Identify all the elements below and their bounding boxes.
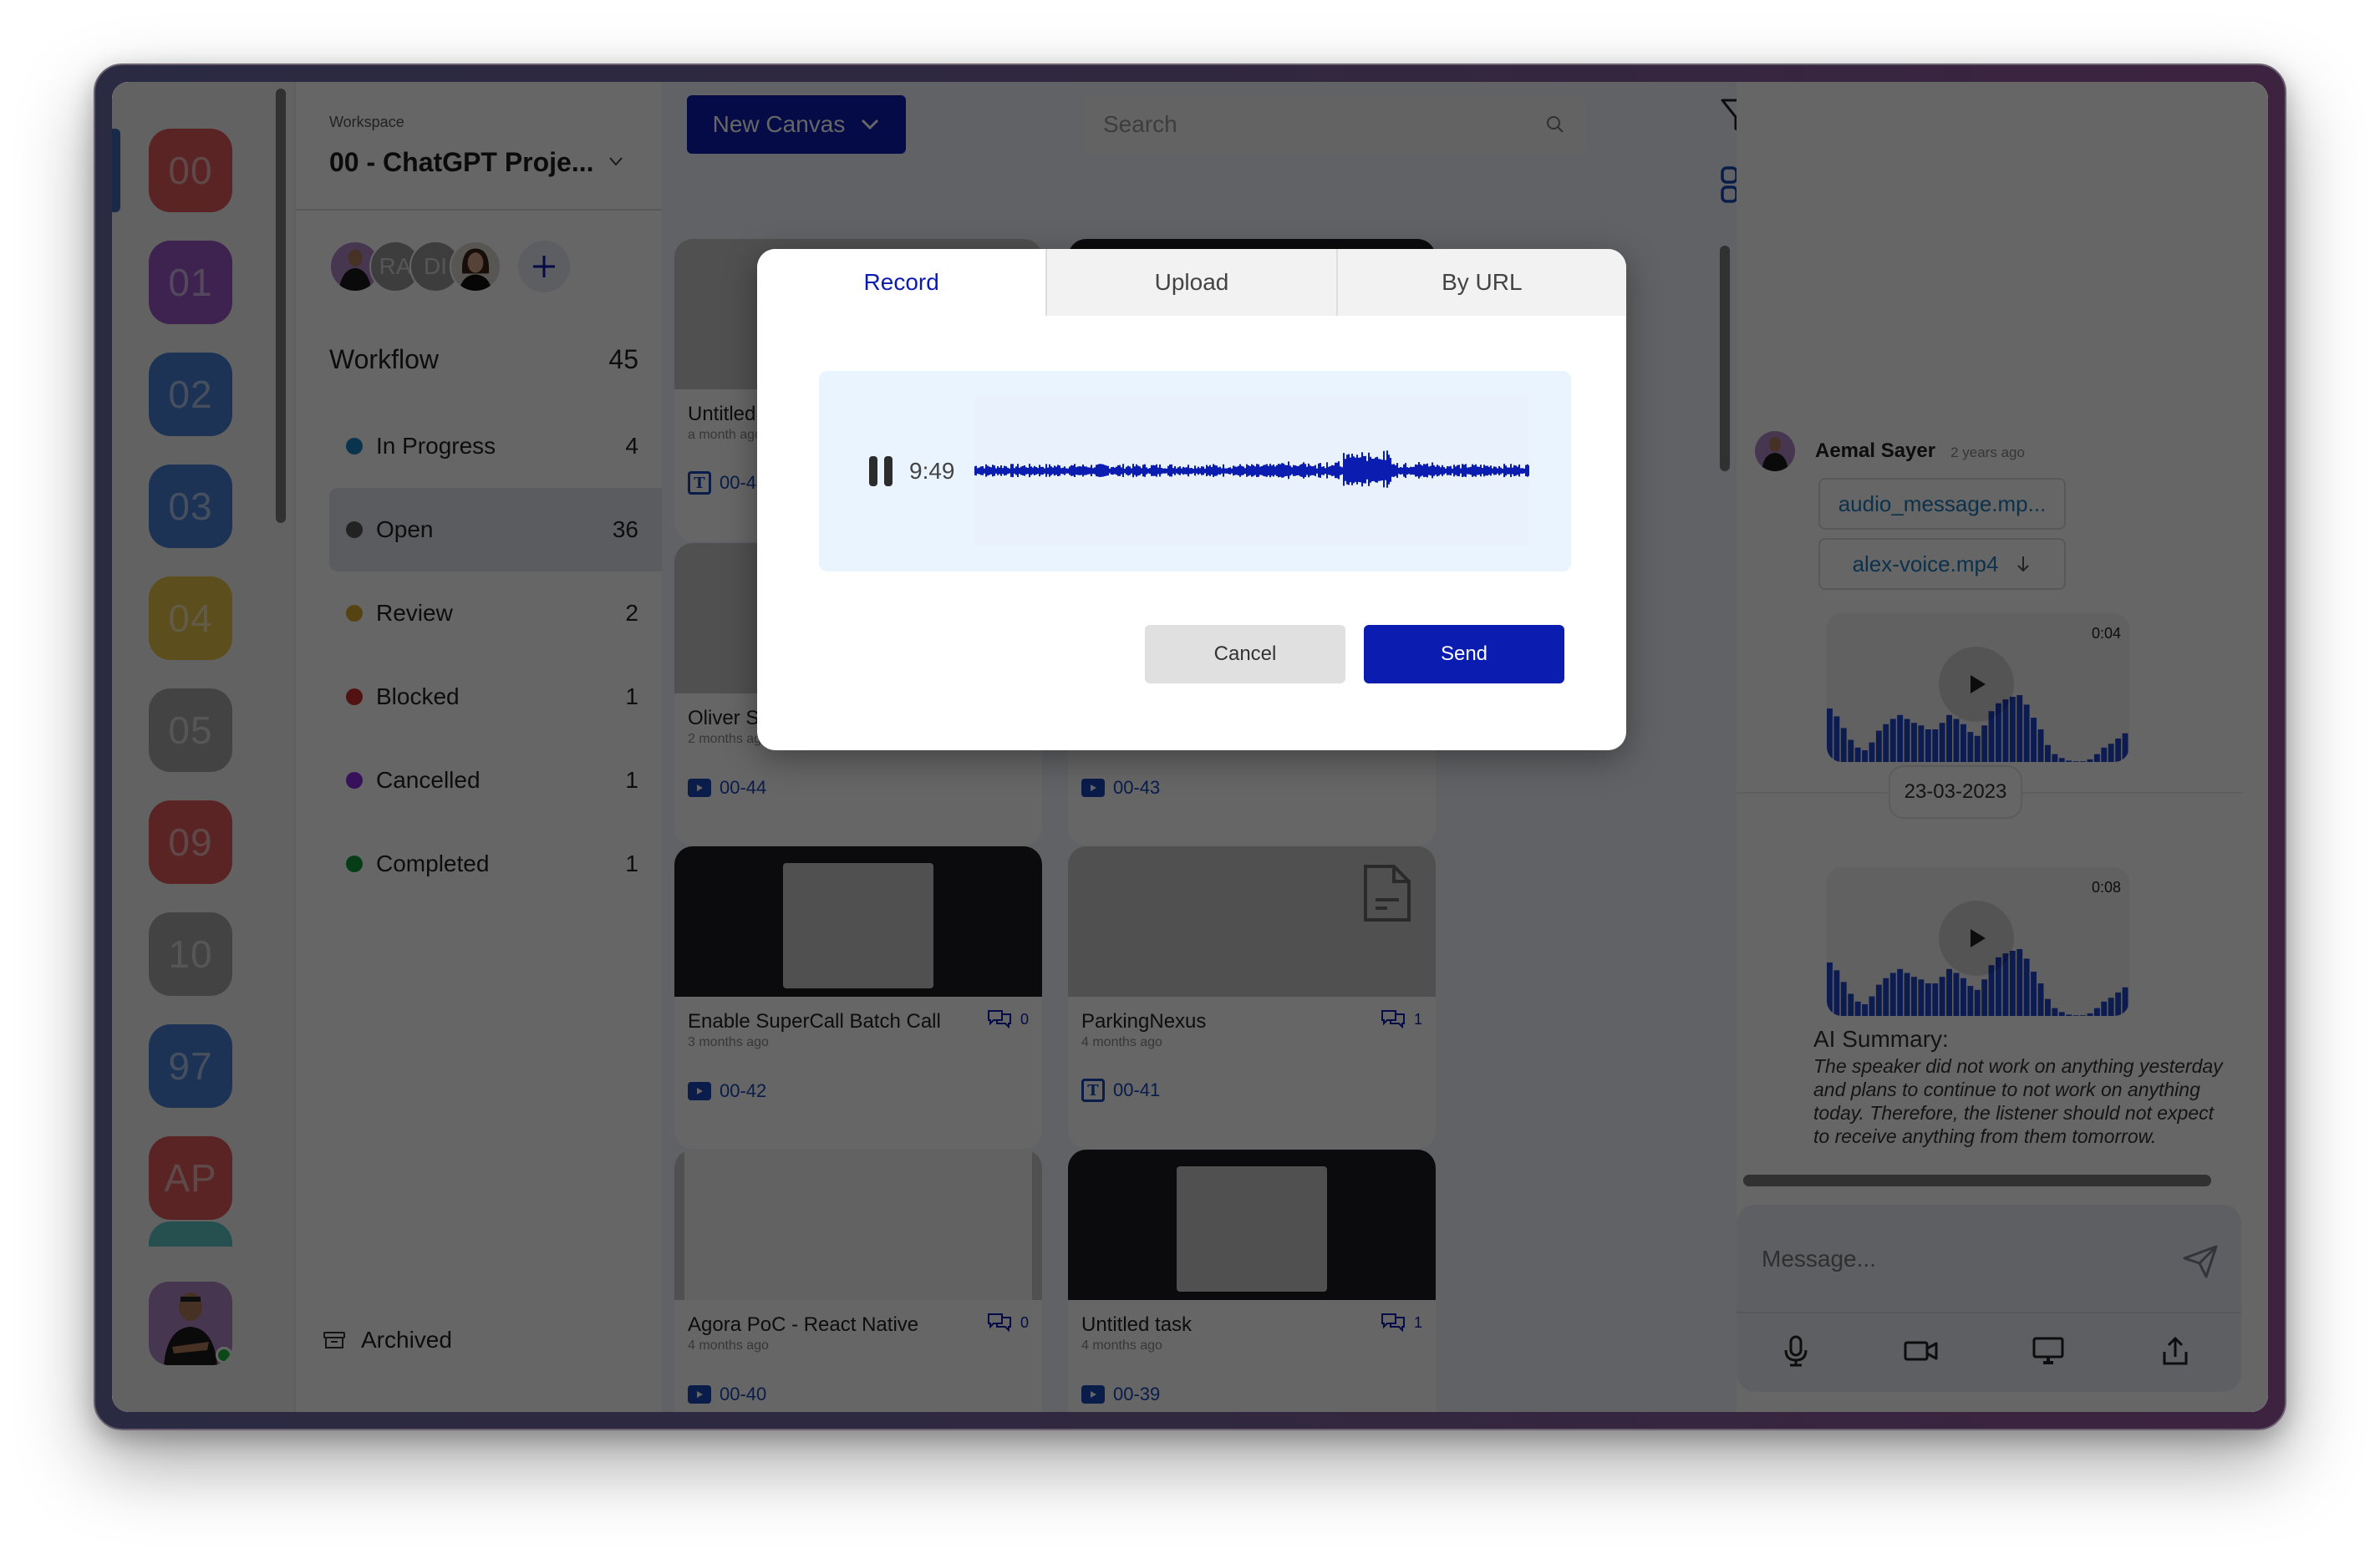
pause-button[interactable] xyxy=(869,456,892,486)
send-button[interactable]: Send xyxy=(1364,625,1564,683)
cancel-button[interactable]: Cancel xyxy=(1145,625,1345,683)
tab-record[interactable]: Record xyxy=(757,249,1046,316)
audio-dialog: Record Upload By URL 9:49 Cancel Send xyxy=(757,249,1626,750)
recording-area: 9:49 xyxy=(819,371,1571,571)
pause-icon-bar xyxy=(884,456,892,486)
app-root: 000102030405091097AP Workspace 00 - Chat… xyxy=(112,82,2268,1412)
recording-time: 9:49 xyxy=(909,458,955,484)
pause-icon xyxy=(869,456,877,486)
tab-upload[interactable]: Upload xyxy=(1045,249,1336,316)
tab-by-url[interactable]: By URL xyxy=(1335,249,1626,316)
dialog-tabs: Record Upload By URL xyxy=(757,249,1626,316)
app-window: 000102030405091097AP Workspace 00 - Chat… xyxy=(94,63,2286,1430)
recording-waveform xyxy=(974,396,1529,546)
